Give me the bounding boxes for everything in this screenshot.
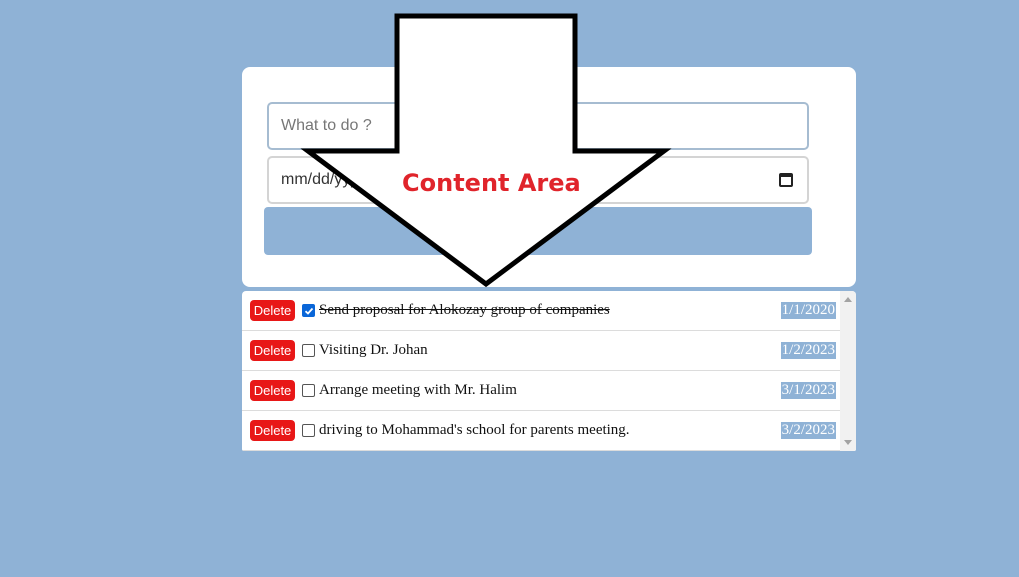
task-checkbox[interactable]: [302, 304, 315, 317]
calendar-icon[interactable]: [779, 173, 793, 187]
task-list[interactable]: Delete Send proposal for Alokozay group …: [242, 291, 856, 451]
task-row: Delete driving to Mohammad's school for …: [242, 411, 840, 451]
task-date: 3/1/2023: [780, 382, 836, 399]
delete-button[interactable]: Delete: [250, 380, 295, 401]
task-text: Visiting Dr. Johan: [319, 342, 428, 358]
scrollbar[interactable]: [840, 291, 856, 451]
check-icon: [304, 307, 313, 315]
task-row: Delete Send proposal for Alokozay group …: [242, 291, 840, 331]
scroll-down-arrow[interactable]: [844, 440, 852, 445]
task-checkbox[interactable]: [302, 344, 315, 357]
task-input[interactable]: [267, 102, 809, 150]
annotation-label: Content Area: [402, 169, 581, 197]
scroll-up-arrow[interactable]: [844, 297, 852, 302]
task-checkbox[interactable]: [302, 424, 315, 437]
task-checkbox[interactable]: [302, 384, 315, 397]
task-row: Delete Arrange meeting with Mr. Halim 3/…: [242, 371, 840, 411]
delete-button[interactable]: Delete: [250, 420, 295, 441]
task-date: 3/2/2023: [780, 422, 836, 439]
task-text: driving to Mohammad's school for parents…: [319, 422, 630, 438]
task-date: 1/1/2020: [780, 302, 836, 319]
page-title: List: [474, 11, 545, 57]
add-task-button[interactable]: [264, 207, 812, 255]
task-date: 1/2/2023: [780, 342, 836, 359]
task-row: Delete Visiting Dr. Johan 1/2/2023: [242, 331, 840, 371]
task-text: Arrange meeting with Mr. Halim: [319, 382, 517, 398]
task-text: Send proposal for Alokozay group of comp…: [319, 302, 610, 318]
delete-button[interactable]: Delete: [250, 340, 295, 361]
delete-button[interactable]: Delete: [250, 300, 295, 321]
